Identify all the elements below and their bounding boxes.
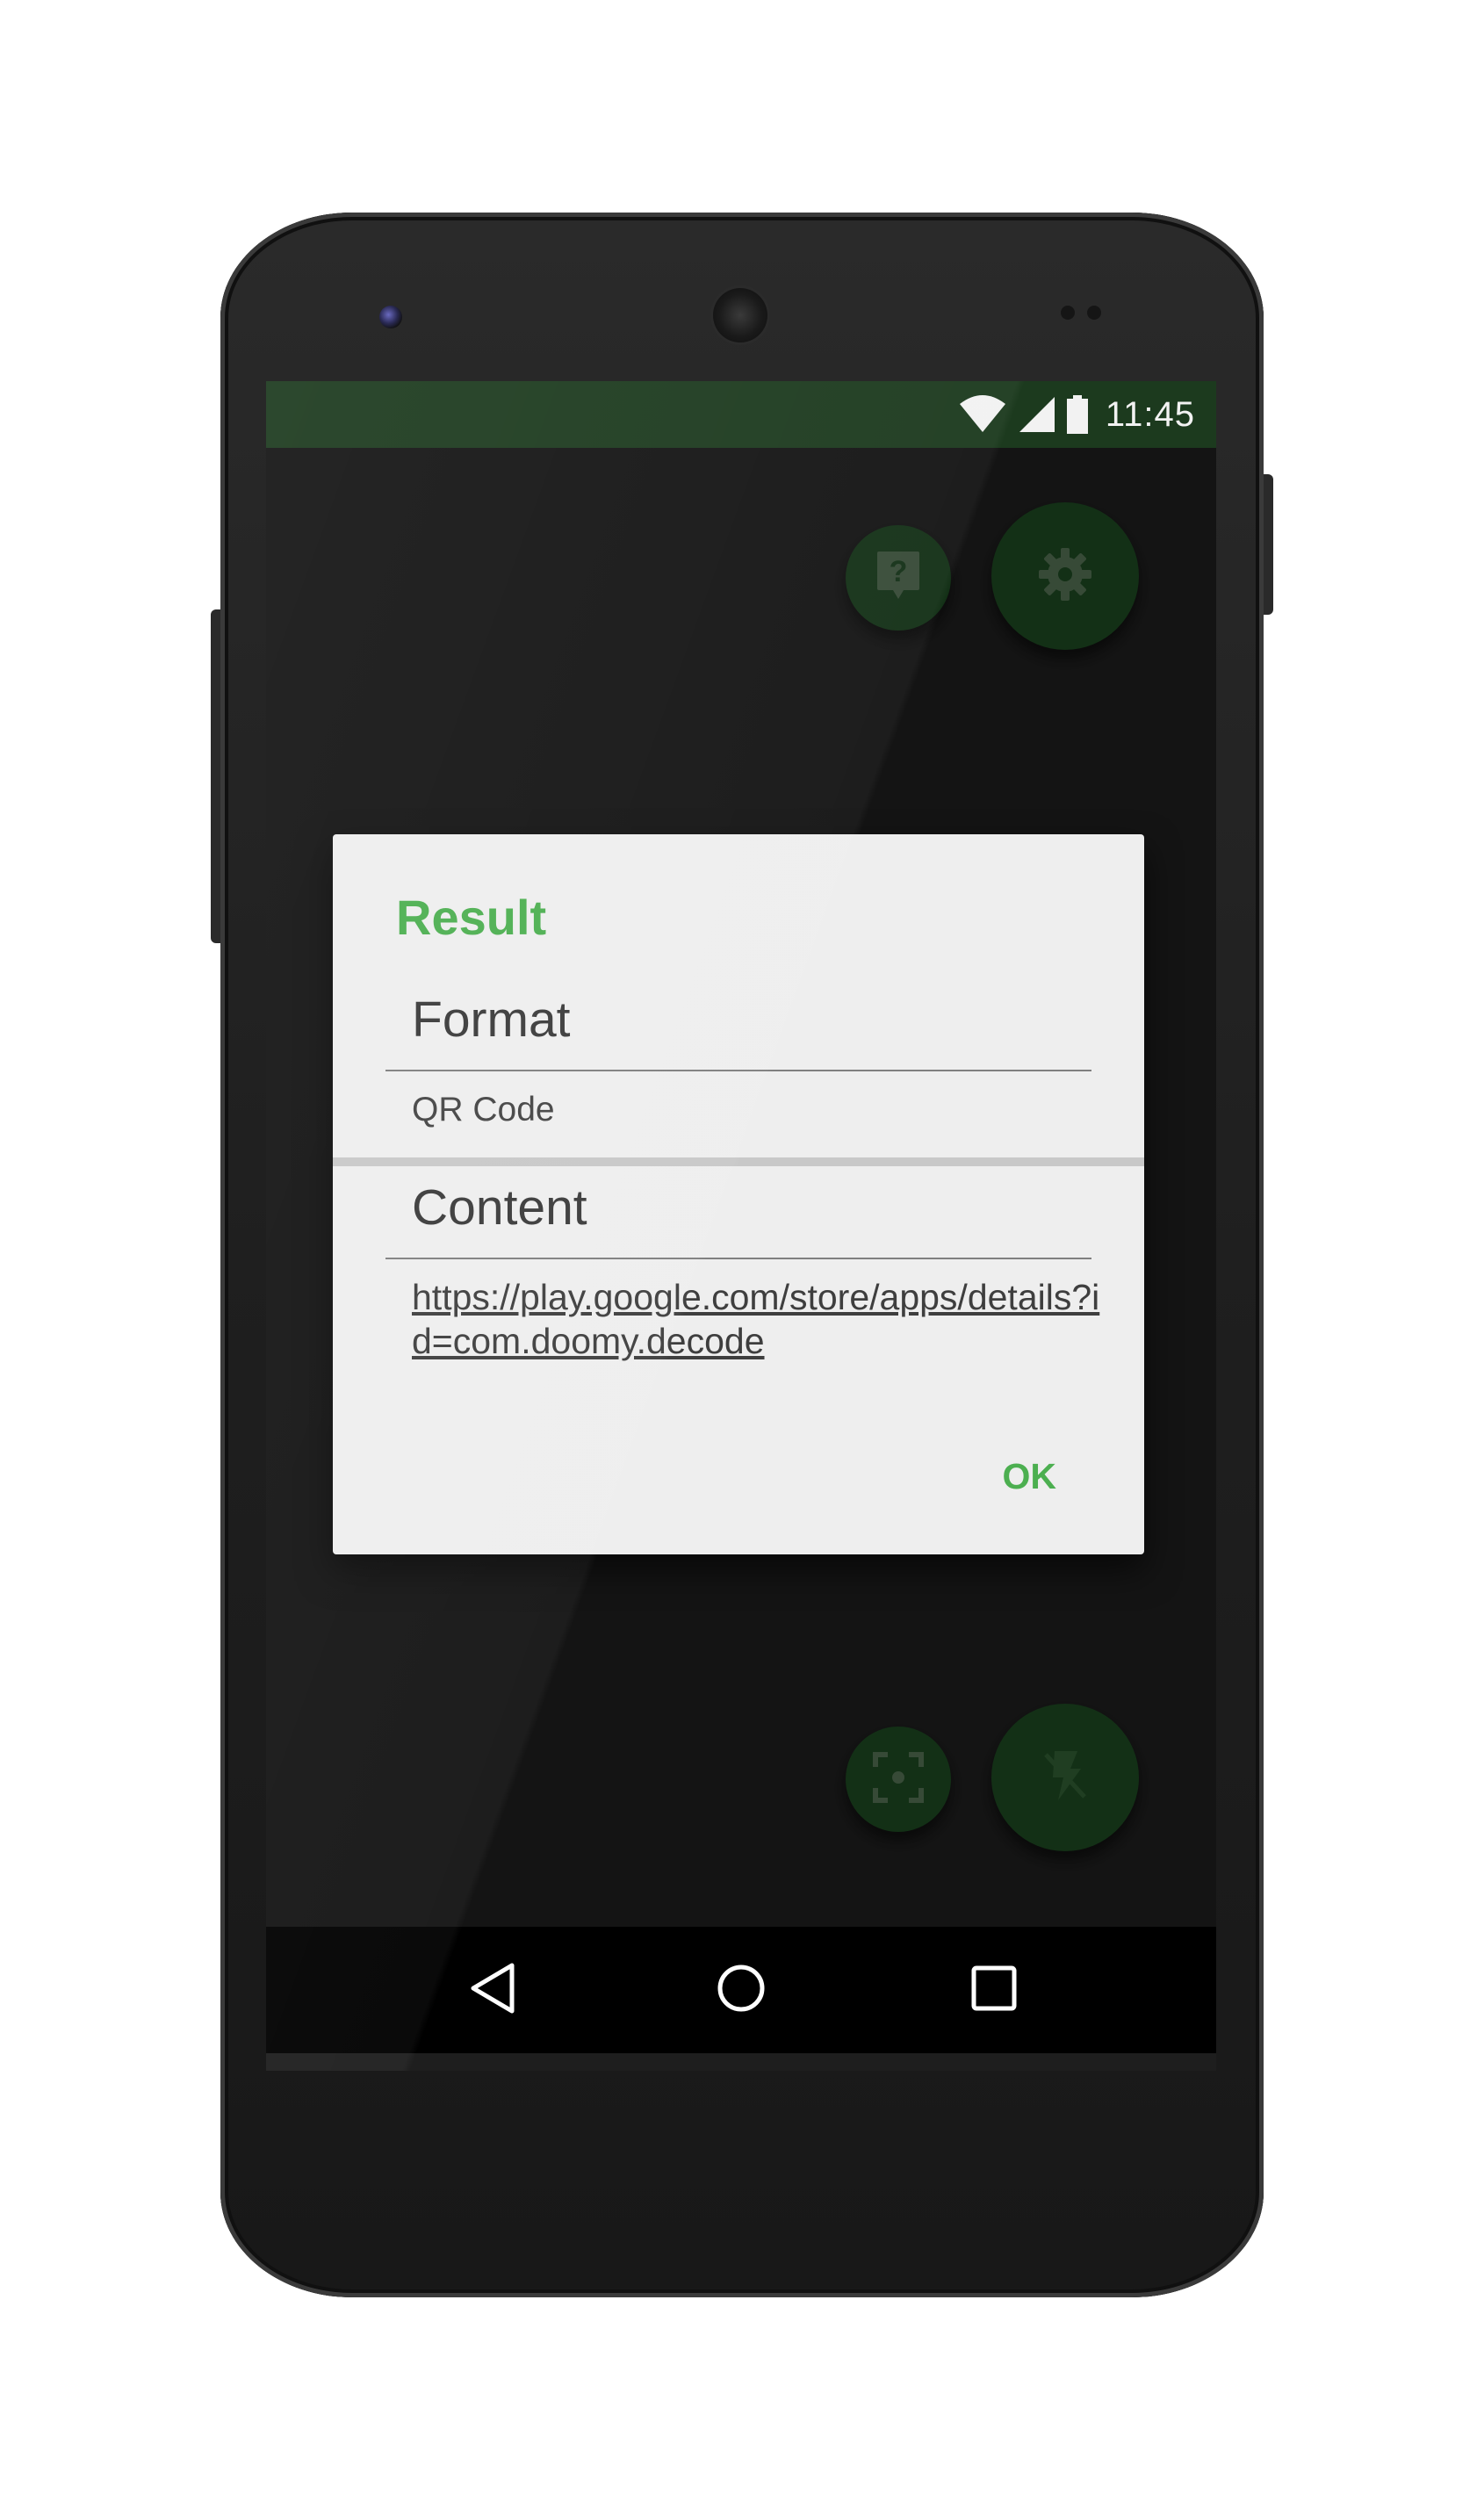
ok-button[interactable]: OK <box>1003 1456 1057 1497</box>
proximity-sensors <box>1061 306 1113 323</box>
content-link[interactable]: https://play.google.com/store/apps/detai… <box>412 1275 1106 1363</box>
back-button[interactable] <box>461 1958 524 2022</box>
battery-icon <box>1066 395 1088 434</box>
home-circle-icon <box>715 1962 767 2019</box>
format-value: QR Code <box>412 1091 555 1128</box>
dialog-title: Result <box>396 890 547 945</box>
cell-signal-icon <box>1018 395 1056 434</box>
status-time: 11:45 <box>1105 394 1195 434</box>
content-label: Content <box>412 1179 587 1236</box>
status-bar: 11:45 <box>266 381 1216 448</box>
format-divider <box>385 1070 1091 1071</box>
front-camera <box>379 306 402 328</box>
phone-screen: 11:45 ? Result Format QR Code Content ht… <box>266 381 1216 2071</box>
content-divider <box>385 1258 1091 1259</box>
wifi-icon <box>958 395 1007 434</box>
result-dialog: Result Format QR Code Content https://pl… <box>333 834 1144 1554</box>
section-divider <box>333 1157 1144 1166</box>
back-triangle-icon <box>468 1962 517 2019</box>
recents-square-icon <box>969 1964 1019 2017</box>
earpiece-speaker <box>713 288 767 342</box>
navigation-bar <box>266 1927 1216 2053</box>
format-label: Format <box>412 991 571 1048</box>
recents-button[interactable] <box>962 1958 1026 2022</box>
home-button[interactable] <box>710 1958 773 2022</box>
